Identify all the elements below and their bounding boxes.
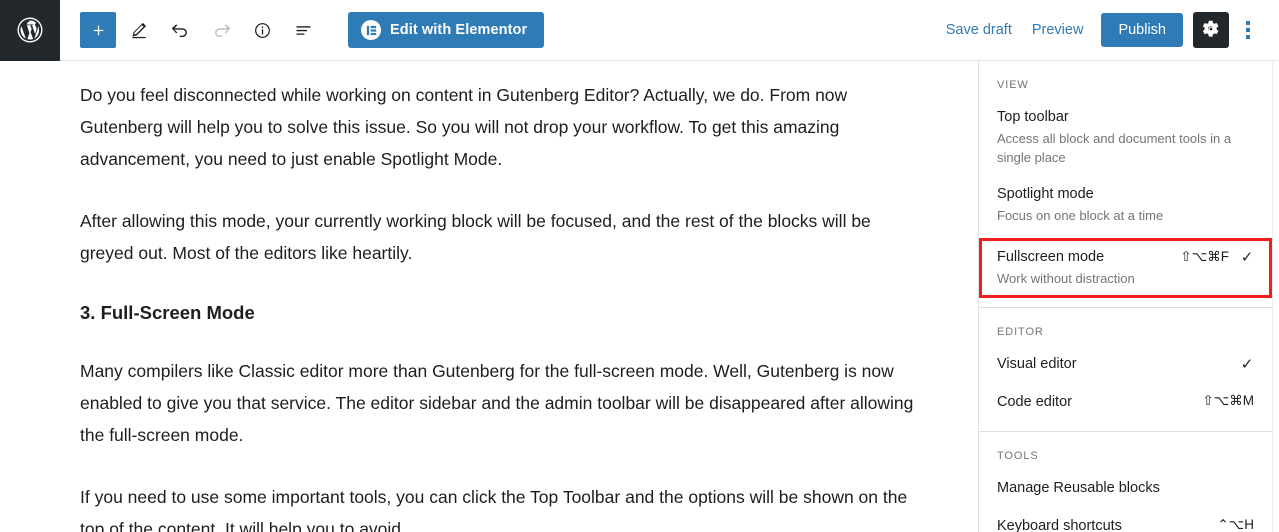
info-icon [252,20,273,41]
paragraph-block[interactable]: If you need to use some important tools,… [80,481,918,532]
redo-icon [211,20,232,41]
menu-item-visual-editor[interactable]: Visual editor ✓ [979,346,1272,384]
edit-tool-button[interactable] [121,12,157,48]
undo-icon [170,20,191,41]
gutenberg-editor-window: Edit with Elementor Save draft Preview P… [0,0,1279,532]
options-dropdown-menu: VIEW Top toolbar Access all block and do… [978,61,1272,532]
plus-icon [89,21,108,40]
checkmark-icon: ✓ [1240,356,1254,373]
undo-button[interactable] [162,12,198,48]
menu-item-spotlight-mode[interactable]: Spotlight mode Focus on one block at a t… [979,176,1272,234]
list-view-icon [293,20,314,41]
page-scrollbar[interactable] [1272,61,1279,532]
menu-section-label-editor: EDITOR [997,326,1044,338]
menu-item-title: Visual editor [997,356,1077,372]
menu-item-code-editor[interactable]: Code editor ⇧⌥⌘M [979,384,1272,422]
wordpress-logo-icon [15,15,45,45]
paragraph-block[interactable]: Do you feel disconnected while working o… [80,79,918,175]
wordpress-logo-button[interactable] [0,0,60,61]
menu-item-shortcut: ⌃⌥H [1217,517,1254,532]
menu-item-top-toolbar[interactable]: Top toolbar Access all block and documen… [979,99,1272,176]
preview-button[interactable]: Preview [1022,16,1094,44]
edit-with-elementor-label: Edit with Elementor [390,22,528,38]
menu-item-keyboard-shortcuts[interactable]: Keyboard shortcuts ⌃⌥H [979,508,1272,532]
publish-button[interactable]: Publish [1101,13,1183,47]
details-button[interactable] [244,12,280,48]
menu-item-title: Fullscreen mode [997,249,1105,265]
save-draft-button[interactable]: Save draft [936,16,1022,44]
menu-item-title: Manage Reusable blocks [997,480,1160,496]
heading-block[interactable]: 3. Full-Screen Mode [80,299,918,327]
redo-button[interactable] [203,12,239,48]
menu-item-subtitle: Work without distraction [997,271,1135,286]
paragraph-block[interactable]: After allowing this mode, your currently… [80,205,918,269]
list-view-button[interactable] [285,12,321,48]
kebab-dot-2 [1246,28,1250,32]
elementor-icon [361,20,381,40]
checkmark-icon: ✓ [1240,249,1254,266]
menu-item-subtitle: Focus on one block at a time [997,208,1164,223]
toolbar-right-group: Save draft Preview Publish [936,12,1279,48]
add-block-button[interactable] [80,12,116,48]
menu-item-manage-reusable-blocks[interactable]: Manage Reusable blocks [979,470,1272,508]
kebab-dot-3 [1246,35,1250,39]
paragraph-block[interactable]: Many compilers like Classic editor more … [80,355,918,451]
menu-item-subtitle: Access all block and document tools in a… [997,131,1232,165]
menu-section-label-tools: TOOLS [997,450,1039,462]
pencil-icon [129,20,149,40]
editor-top-toolbar: Edit with Elementor Save draft Preview P… [0,0,1279,61]
edit-with-elementor-button[interactable]: Edit with Elementor [348,12,545,48]
menu-section-label-view: VIEW [997,79,1029,91]
post-content-area[interactable]: Do you feel disconnected while working o… [0,61,978,532]
menu-item-title: Top toolbar [997,109,1069,125]
menu-item-shortcut: ⇧⌥⌘F [1180,249,1229,264]
options-menu-button[interactable] [1231,12,1265,48]
menu-item-title: Keyboard shortcuts [997,518,1122,532]
menu-item-title: Code editor [997,394,1072,410]
menu-item-shortcut: ⇧⌥⌘M [1202,393,1254,408]
settings-button[interactable] [1193,12,1229,48]
gear-icon [1202,20,1220,41]
toolbar-left-group [80,12,326,48]
menu-item-title: Spotlight mode [997,186,1094,202]
menu-item-fullscreen-mode[interactable]: Fullscreen mode Work without distraction… [979,238,1272,298]
kebab-dot-1 [1246,21,1250,25]
